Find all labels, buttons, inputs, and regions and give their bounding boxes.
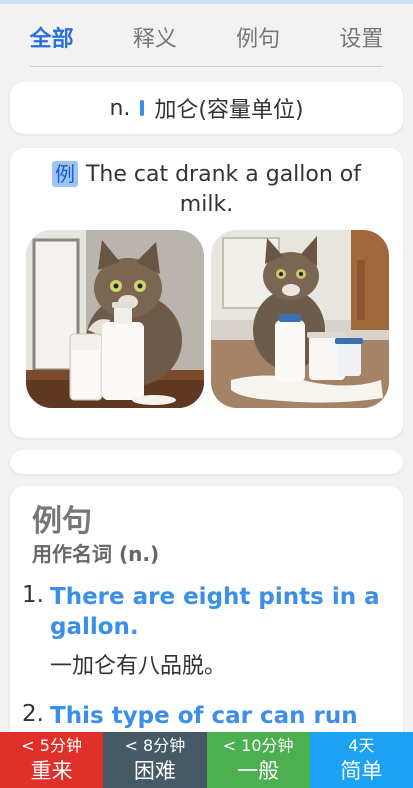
example-sentence: The cat drank a gallon of milk.	[85, 162, 362, 217]
pos-marker	[140, 100, 145, 116]
again-interval: < 5分钟	[21, 736, 82, 755]
definition-card: n. 加仑(容量单位)	[10, 82, 403, 134]
easy-button[interactable]: 4天 简单	[309, 732, 413, 788]
empty-card	[10, 450, 403, 474]
example-sentence-block: 例 The cat drank a gallon of milk.	[30, 160, 383, 220]
sentence-chinese: 一加仑有八品脱。	[50, 654, 227, 679]
section-subtitle: 用作名词 (n.)	[32, 542, 160, 566]
tab-examples[interactable]: 例句	[226, 21, 290, 53]
hard-label: 困难	[133, 759, 176, 783]
example-image-cat-pouring-milk[interactable]	[26, 230, 204, 408]
item-number: 2.	[22, 701, 44, 727]
part-of-speech: n.	[109, 95, 131, 121]
item-number: 1.	[22, 582, 44, 608]
sentence-english[interactable]: There are eight pints in a gallon.	[50, 582, 382, 642]
tab-definitions[interactable]: 释义	[123, 21, 187, 53]
tab-all[interactable]: 全部	[20, 21, 84, 53]
again-button[interactable]: < 5分钟 重来	[0, 732, 104, 788]
good-button[interactable]: < 10分钟 一般	[206, 732, 310, 788]
section-title: 例句	[32, 504, 92, 539]
definition-meaning: 加仑(容量单位)	[154, 98, 304, 123]
tabs-divider	[30, 66, 383, 67]
tab-bar: 全部 释义 例句 设置	[0, 4, 413, 70]
again-label: 重来	[30, 759, 73, 783]
easy-label: 简单	[340, 759, 383, 783]
easy-interval: 4天	[348, 736, 375, 755]
hard-button[interactable]: < 8分钟 困难	[103, 732, 207, 788]
good-label: 一般	[237, 759, 280, 783]
tab-settings[interactable]: 设置	[329, 21, 393, 53]
example-tag: 例	[51, 161, 78, 187]
example-image-cat-spilled-milk[interactable]	[211, 230, 389, 408]
hard-interval: < 8分钟	[124, 736, 186, 755]
good-interval: < 10分钟	[222, 736, 294, 755]
list-item: 1. There are eight pints in a gallon. 一加…	[22, 582, 382, 682]
example-card: 例 The cat drank a gallon of milk.	[10, 148, 403, 438]
rating-bar: < 5分钟 重来 < 8分钟 困难 < 10分钟 一般 4天 简单	[0, 732, 413, 788]
